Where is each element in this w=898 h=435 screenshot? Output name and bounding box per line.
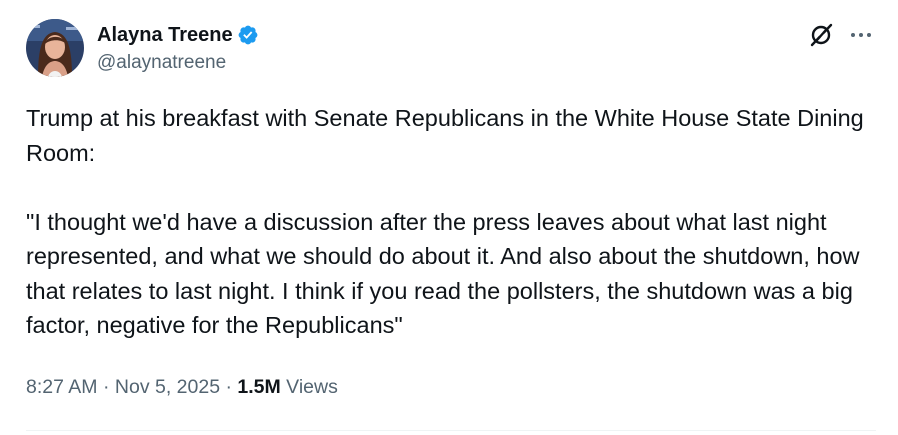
- verified-badge-icon[interactable]: [237, 24, 259, 46]
- tweet-text: Trump at his breakfast with Senate Repub…: [26, 105, 864, 338]
- tweet-time[interactable]: 8:27 AM: [26, 376, 98, 399]
- author-display-name[interactable]: Alayna Treene: [97, 24, 233, 47]
- grok-icon[interactable]: [808, 22, 834, 48]
- meta-separator: ·: [220, 376, 238, 398]
- divider: [26, 430, 876, 431]
- view-count: 1.5M: [237, 376, 281, 398]
- tweet-card: Alayna Treene @alaynatreene Trump at his…: [0, 0, 898, 435]
- views-label: Views: [280, 376, 338, 398]
- more-options-icon[interactable]: [848, 22, 874, 48]
- tweet-meta: 8:27 AM · Nov 5, 2025 · 1.5M Views: [26, 376, 338, 399]
- author-handle[interactable]: @alaynatreene: [97, 52, 226, 74]
- tweet-date[interactable]: Nov 5, 2025: [115, 376, 220, 399]
- meta-separator: ·: [97, 376, 115, 398]
- author-name-row: Alayna Treene: [97, 22, 259, 48]
- avatar[interactable]: [26, 19, 84, 77]
